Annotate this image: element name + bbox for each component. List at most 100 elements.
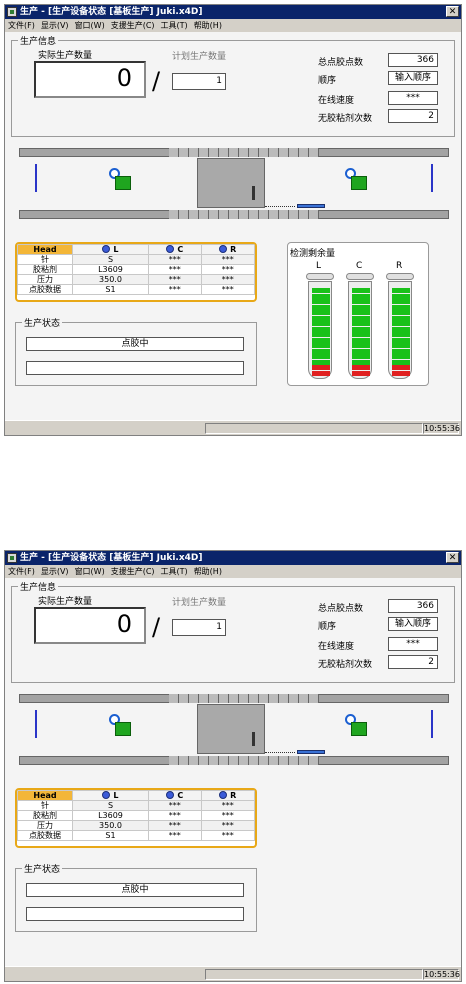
table-row: 压力 350.0 *** *** (17, 274, 255, 285)
level-segment (392, 337, 410, 343)
level-segment-low (312, 370, 330, 376)
menu-help[interactable]: 帮助(H) (191, 565, 225, 578)
cell: L3609 (72, 810, 149, 821)
board-carrier (297, 204, 325, 208)
cell: 350.0 (72, 820, 149, 831)
menu-file[interactable]: 文件(F) (5, 19, 38, 32)
status-bar-time: 10:55:36 (423, 423, 460, 434)
column-c: C (147, 244, 202, 255)
table-row: 点胶数据 S1 *** *** (17, 830, 255, 841)
table-row: 点胶数据 S1 *** *** (17, 284, 255, 295)
head-table: Head L C R 针 S *** *** 胶粘剂 L3609 *** *** (15, 242, 257, 302)
status-text-field: 点胶中 (26, 337, 244, 351)
group-title: 生产状态 (22, 862, 63, 875)
bottom-rail-ticks (169, 210, 319, 219)
level-segment (312, 288, 330, 293)
level-segment (392, 326, 410, 332)
cell: S1 (72, 284, 149, 295)
column-r: R (200, 790, 255, 801)
level-segment-low (312, 365, 330, 370)
row-label: 针 (17, 800, 73, 811)
table-row: 胶粘剂 L3609 *** *** (17, 810, 255, 821)
production-info-group: 生产信息 实际生产数量 0 / 计划生产数量 1 总点胶点数 366 顺序 输入… (11, 34, 455, 137)
no-glue-label: 无胶粘剂次数 (318, 114, 373, 124)
dispense-gantry (197, 158, 265, 208)
menu-help[interactable]: 帮助(H) (191, 19, 225, 32)
cell: *** (147, 274, 202, 285)
guide-line (265, 752, 295, 753)
status-bar-field (205, 969, 423, 980)
level-segment (312, 332, 330, 337)
table-row: 针 S *** *** (17, 800, 255, 811)
level-segment (312, 321, 330, 326)
head-indicator-icon (166, 791, 175, 799)
total-points-label: 总点胶点数 (318, 58, 364, 68)
total-points-value: 366 (388, 599, 438, 613)
status-message-field (26, 907, 244, 921)
menu-view[interactable]: 显示(V) (38, 19, 72, 32)
level-segment-low (352, 365, 370, 370)
no-glue-value: 2 (388, 109, 438, 123)
line-speed-label: 在线速度 (318, 642, 355, 652)
production-status-group: 生产状态 点胶中 (15, 316, 257, 386)
menu-production-support[interactable]: 支援生产(C) (108, 565, 158, 578)
close-button[interactable]: ✕ (446, 552, 459, 563)
cell: S1 (72, 830, 149, 841)
menu-bar: 文件(F) 显示(V) 窗口(W) 支援生产(C) 工具(T) 帮助(H) (5, 565, 461, 578)
dispense-needle (252, 732, 255, 746)
head-header: Head (17, 244, 73, 255)
menu-window[interactable]: 窗口(W) (72, 565, 108, 578)
level-segment (392, 348, 410, 354)
order-label: 顺序 (318, 76, 337, 86)
menu-view[interactable]: 显示(V) (38, 565, 72, 578)
row-label: 压力 (17, 274, 73, 285)
level-segment (352, 326, 370, 332)
cell: *** (147, 820, 202, 831)
actual-count-value: 0 (34, 61, 146, 98)
level-segment (352, 343, 370, 348)
status-text-field: 点胶中 (26, 883, 244, 897)
level-segment (352, 315, 370, 321)
table-row: 压力 350.0 *** *** (17, 820, 255, 831)
window-title: 生产 - [生产设备状态 [基板生产] Juki.x4D] (20, 553, 203, 563)
close-button[interactable]: ✕ (446, 6, 459, 17)
cartridge-label-l: L (316, 261, 322, 271)
menu-window[interactable]: 窗口(W) (72, 19, 108, 32)
count-separator: / (152, 613, 161, 641)
menu-tools[interactable]: 工具(T) (158, 565, 191, 578)
group-title: 生产状态 (22, 316, 63, 329)
left-post (35, 710, 37, 738)
production-window: 生产 - [生产设备状态 [基板生产] Juki.x4D] ✕ 文件(F) 显示(… (4, 4, 462, 436)
row-label: 点胶数据 (17, 284, 73, 295)
level-segment (392, 359, 410, 365)
status-message-field (26, 361, 244, 375)
level-segment (352, 288, 370, 293)
app-icon (7, 553, 17, 563)
head-indicator-icon (102, 245, 111, 253)
status-bar: 10:55:36 (5, 966, 461, 981)
table-row: 针 S *** *** (17, 254, 255, 265)
menu-production-support[interactable]: 支援生产(C) (108, 19, 158, 32)
bottom-rail-ticks (169, 756, 319, 765)
row-label: 胶粘剂 (17, 264, 73, 275)
right-robot-base (351, 722, 367, 736)
column-l: L (72, 790, 149, 801)
table-row: 胶粘剂 L3609 *** *** (17, 264, 255, 275)
level-segment (312, 326, 330, 332)
app-icon (7, 7, 17, 17)
cartridge-label-r: R (396, 261, 403, 271)
remaining-title: 检测剩余量 (290, 249, 336, 259)
level-segment (312, 299, 330, 304)
level-segment (352, 293, 370, 299)
cell: *** (200, 284, 255, 295)
board-carrier (297, 750, 325, 754)
machine-diagram (5, 692, 461, 772)
total-points-value: 366 (388, 53, 438, 67)
menu-tools[interactable]: 工具(T) (158, 19, 191, 32)
level-segment (312, 310, 330, 315)
cartridge-label-c: C (356, 261, 363, 271)
level-segment-low (392, 370, 410, 376)
level-segment (392, 293, 410, 299)
title-bar: 生产 - [生产设备状态 [基板生产] Juki.x4D] ✕ (5, 551, 461, 565)
menu-file[interactable]: 文件(F) (5, 565, 38, 578)
